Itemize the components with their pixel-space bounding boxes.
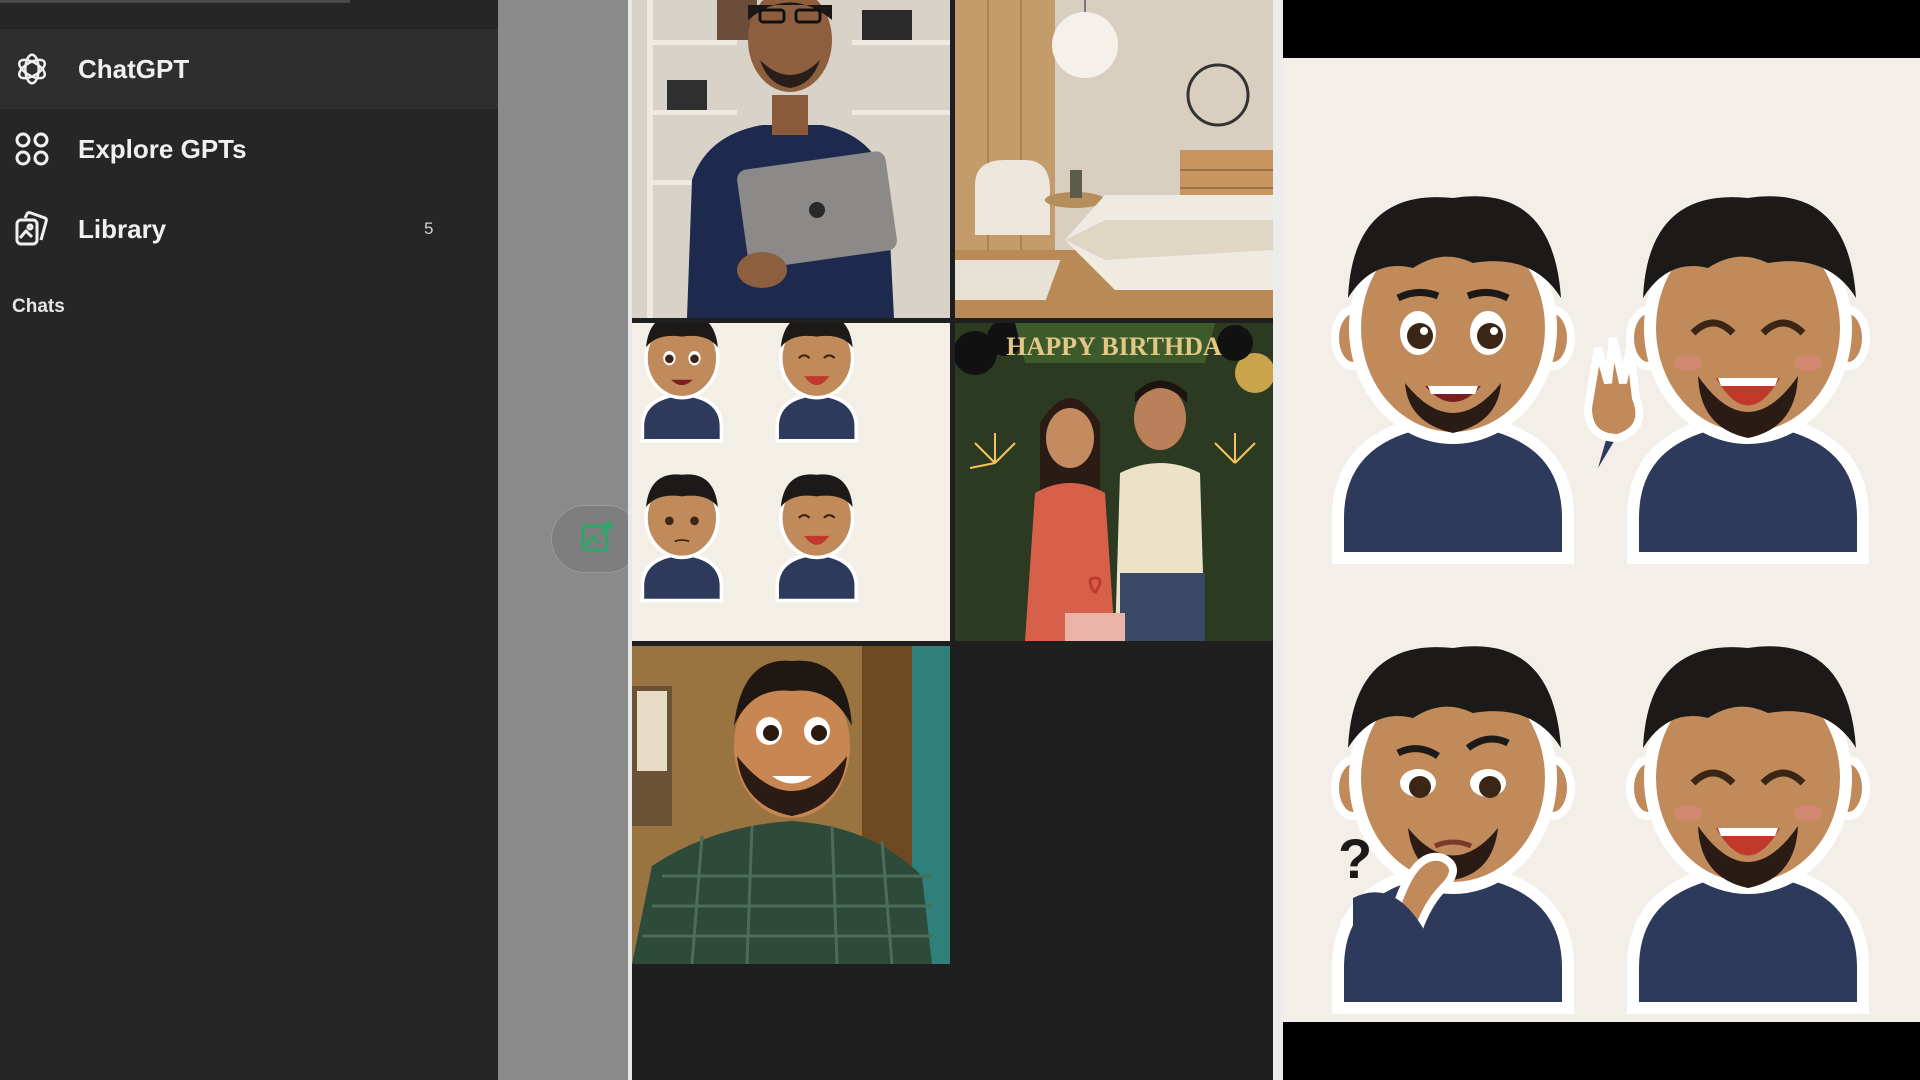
gallery-tile-selfie[interactable]: [632, 646, 950, 964]
sidebar-item-library[interactable]: Library 5: [0, 189, 498, 269]
library-count-badge: 5: [424, 219, 434, 238]
sticker-smiling: [1331, 196, 1575, 564]
chats-section-title: Chats: [12, 296, 65, 317]
grid-dots-icon: [12, 129, 52, 169]
illustration-birthday-couple: HAPPY BIRTHDA: [955, 323, 1273, 641]
sidebar-item-explore-gpts[interactable]: Explore GPTs: [0, 109, 498, 189]
library-images-icon: [12, 209, 52, 249]
viewer-image-frame[interactable]: ?: [1283, 58, 1920, 1022]
gallery-tile-stickers[interactable]: [632, 323, 950, 641]
sidebar-item-chatgpt[interactable]: ChatGPT: [0, 29, 498, 109]
sidebar-top-bar: [0, 0, 350, 3]
sticker-thinking: ?: [1331, 646, 1575, 1014]
image-edit-icon: [580, 520, 614, 559]
sidebar: ChatGPT Explore GPTs Library 5 Chats: [0, 0, 498, 1080]
openai-logo-icon: [12, 49, 52, 89]
sticker-sheet-small: [640, 323, 859, 603]
photo-man-holding-laptop: [632, 0, 950, 318]
illustration-man-selfie: [632, 646, 950, 964]
sticker-laughing: [1626, 646, 1870, 1014]
image-gallery: HAPPY BIRTHDA: [632, 0, 1273, 1080]
sticker-sheet-large: ?: [1283, 58, 1920, 1022]
photo-bedroom-interior: [955, 0, 1273, 318]
sidebar-item-label: Explore GPTs: [78, 133, 247, 164]
gallery-tile-bedroom[interactable]: [955, 0, 1273, 318]
gallery-tile-man-laptop[interactable]: [632, 0, 950, 318]
sidebar-item-label: ChatGPT: [78, 53, 190, 84]
image-viewer: ?: [1283, 0, 1920, 1080]
gallery-tile-birthday[interactable]: HAPPY BIRTHDA: [955, 323, 1273, 641]
question-mark-icon: ?: [1338, 827, 1372, 890]
birthday-banner-text: HAPPY BIRTHDA: [1006, 332, 1222, 361]
sidebar-item-label: Library: [78, 213, 167, 244]
viewer-left-border: [1273, 0, 1283, 1080]
